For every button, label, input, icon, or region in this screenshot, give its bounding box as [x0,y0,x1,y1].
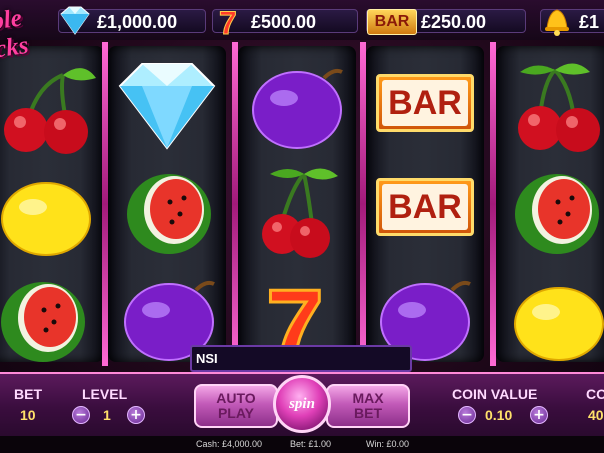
reels-area: 7 BAR BAR [0,42,604,366]
bar-icon: BAR [367,9,417,35]
jackpot-bar-amount: £250.00 [421,12,487,32]
watermelon-symbol [127,174,211,254]
level-label: LEVEL [82,386,128,402]
message-strip: NSI [190,345,412,372]
max-bet-button[interactable]: MAX BET [326,384,410,428]
lemon-symbol [1,182,91,256]
coin-value-decrease-button[interactable]: − [458,406,476,424]
jackpot-diamond-amount: £1,000.00 [97,12,178,32]
watermelon-symbol [1,282,85,362]
lemon-symbol [514,287,604,361]
bet-label: BET [14,386,42,402]
cherry-symbol [518,63,600,152]
level-value: 1 [103,407,111,423]
reel-divider [102,42,108,366]
coin-value-increase-button[interactable]: + [530,406,548,424]
coins-label: CO [586,386,604,402]
reel-divider [232,42,238,366]
auto-play-button[interactable]: AUTO PLAY [194,384,278,428]
watermelon-symbol [515,174,599,254]
jackpot-bar-symbol: BAR £250.00 [366,9,526,35]
reel-divider [490,42,496,366]
jackpot-bell: £1 [540,9,604,36]
cherry-symbol [262,168,338,258]
auto-play-line-2: PLAY [217,405,255,421]
jackpot-bell-amount: £1 [579,12,600,32]
bell-icon [545,9,569,36]
spin-button[interactable]: spin [273,375,331,433]
auto-play-line-1: AUTO [216,390,256,406]
svg-text:7: 7 [219,5,237,38]
level-decrease-button[interactable]: − [72,406,90,424]
level-increase-button[interactable]: + [127,406,145,424]
bet-status: Bet: £1.00 [290,439,332,449]
coin-value-label: COIN VALUE [452,386,538,402]
bar-label: BAR [382,80,468,126]
jackpot-seven-amount: £500.00 [251,12,317,32]
cash-status: Cash: £4,000.00 [196,439,263,449]
slot-game: £1,000.00 7 £500.00 BAR £250.00 £1 7 BAR… [0,0,604,453]
max-bet-line-1: MAX [352,390,384,406]
plum-symbol [252,68,343,149]
game-logo: ple cks [0,0,63,78]
diamond-symbol [118,63,216,150]
bar-symbol: BAR [370,64,480,164]
bet-value: 10 [20,407,36,423]
reel-divider [360,42,366,366]
bar-symbol: BAR [370,168,480,268]
jackpot-seven: 7 £500.00 [212,5,358,38]
max-bet-line-2: BET [354,405,382,421]
seven-icon: 7 [219,5,238,39]
win-status: Win: £0.00 [366,439,410,449]
coins-value: 40 [588,407,604,423]
coin-value: 0.10 [485,407,513,423]
bar-label: BAR [382,184,468,230]
jackpot-diamond: £1,000.00 [58,6,206,35]
diamond-icon [60,6,90,35]
